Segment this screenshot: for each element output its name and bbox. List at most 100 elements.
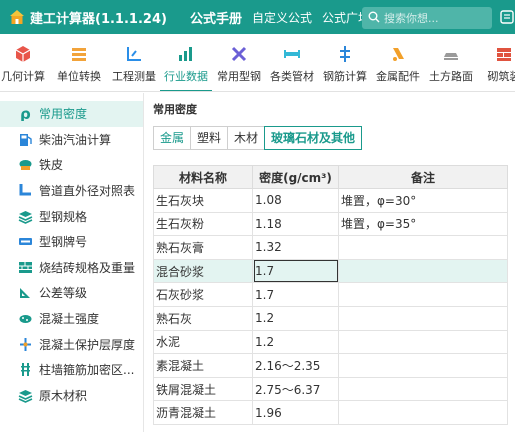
cell-density[interactable]: 1.2 bbox=[252, 329, 339, 355]
table-row[interactable]: 沥青混凝土 1.96 bbox=[153, 400, 508, 425]
table-row[interactable]: 熟石灰膏 1.32 bbox=[153, 235, 508, 260]
cell-density[interactable]: 1.7 bbox=[252, 282, 339, 307]
ruler-icon bbox=[18, 285, 33, 300]
sidebar: ρ 常用密度 柴油汽油计算 铁皮 管道直外径对照表 型钢规格 型钢牌号 烧结砖规… bbox=[0, 93, 144, 432]
bar-chart-icon bbox=[175, 43, 197, 65]
cell-material[interactable]: 铁屑混凝土 bbox=[153, 376, 253, 402]
table-header-row: 材料名称 密度(g/cm³) 备注 bbox=[153, 165, 508, 189]
material-tabs: 金属 塑料 木材 玻璃石材及其他 bbox=[153, 126, 363, 150]
steel-stack-icon bbox=[18, 209, 33, 224]
cell-density[interactable]: 2.75～6.37 bbox=[252, 376, 339, 402]
tool-section-steel[interactable]: 常用型钢 bbox=[213, 34, 265, 91]
tool-rebar[interactable]: 钢筋计算 bbox=[319, 34, 371, 91]
exchange-icon bbox=[68, 43, 90, 65]
tool-geometry[interactable]: 几何计算 bbox=[0, 34, 50, 91]
sidebar-item-steel-grade[interactable]: 型钢牌号 bbox=[0, 229, 143, 255]
cell-remark[interactable] bbox=[338, 353, 508, 378]
search-input[interactable] bbox=[384, 11, 484, 25]
sidebar-item-fuel[interactable]: 柴油汽油计算 bbox=[0, 127, 143, 153]
cell-density[interactable]: 1.2 bbox=[252, 305, 339, 331]
cell-remark[interactable] bbox=[338, 235, 508, 260]
fuel-pump-icon bbox=[18, 132, 33, 147]
tab-custom-formula[interactable]: 自定义公式 bbox=[247, 0, 317, 34]
cell-remark[interactable] bbox=[338, 400, 508, 425]
concrete-icon bbox=[18, 311, 33, 326]
app-logo-icon bbox=[8, 8, 26, 26]
cell-remark[interactable] bbox=[338, 305, 508, 331]
cell-material[interactable]: 熟石灰膏 bbox=[153, 235, 253, 260]
cell-density[interactable]: 1.7 bbox=[252, 258, 339, 284]
sidebar-item-pipe-table[interactable]: 管道直外径对照表 bbox=[0, 178, 143, 204]
cell-remark[interactable]: 堆置，φ=35° bbox=[338, 211, 508, 237]
sidebar-item-log-volume[interactable]: 原木材积 bbox=[0, 383, 143, 409]
column-header-remark[interactable]: 备注 bbox=[338, 165, 508, 189]
tool-metal-parts[interactable]: 金属配件 bbox=[372, 34, 424, 91]
table-row[interactable]: 石灰砂浆 1.7 bbox=[153, 282, 508, 307]
tool-unit-convert[interactable]: 单位转换 bbox=[52, 34, 106, 91]
rho-icon: ρ bbox=[18, 106, 33, 121]
category-toolbar: 几何计算 单位转换 工程测量 行业数据 常用型钢 各类管材 钢筋计算 金属配件 … bbox=[0, 34, 515, 92]
table-row[interactable]: 素混凝土 2.16～2.35 bbox=[153, 353, 508, 378]
tab-wood[interactable]: 木材 bbox=[228, 127, 266, 149]
table-row[interactable]: 铁屑混凝土 2.75～6.37 bbox=[153, 376, 508, 402]
cube-icon bbox=[12, 43, 34, 65]
tab-metal[interactable]: 金属 bbox=[154, 127, 192, 149]
road-icon bbox=[440, 43, 462, 65]
tool-pipes[interactable]: 各类管材 bbox=[266, 34, 318, 91]
cell-material[interactable]: 生石灰粉 bbox=[153, 211, 253, 237]
app-window: 建工计算器(1.1.1.24) 公式手册 自定义公式 公式广场 几何计算 单位转… bbox=[0, 0, 515, 432]
log-icon bbox=[18, 388, 33, 403]
column-header-material[interactable]: 材料名称 bbox=[153, 165, 253, 189]
density-table: 材料名称 密度(g/cm³) 备注 生石灰块 1.08 堆置，φ=30° 生石灰粉 1.… bbox=[153, 165, 508, 425]
iron-sheet-icon bbox=[18, 157, 33, 172]
search-box[interactable] bbox=[362, 7, 492, 29]
cell-material[interactable]: 沥青混凝土 bbox=[153, 400, 253, 425]
cell-material[interactable]: 生石灰块 bbox=[153, 188, 253, 213]
table-row[interactable]: 水泥 1.2 bbox=[153, 329, 508, 355]
sidebar-item-stirrup-zone[interactable]: 柱墙箍筋加密区... bbox=[0, 357, 143, 383]
cell-remark[interactable]: 堆置，φ=30° bbox=[338, 188, 508, 213]
sidebar-item-concrete-strength[interactable]: 混凝土强度 bbox=[0, 306, 143, 332]
svg-text:ρ: ρ bbox=[20, 106, 31, 121]
cell-material[interactable]: 水泥 bbox=[153, 329, 253, 355]
cell-remark[interactable] bbox=[338, 329, 508, 355]
cell-material[interactable]: 混合砂浆 bbox=[153, 258, 253, 284]
tool-masonry[interactable]: 砌筑装 bbox=[478, 34, 515, 91]
cell-remark[interactable] bbox=[338, 258, 508, 284]
cell-remark[interactable] bbox=[338, 282, 508, 307]
steel-grade-icon bbox=[18, 234, 33, 249]
sidebar-item-brick[interactable]: 烧结砖规格及重量 bbox=[0, 255, 143, 281]
tool-survey[interactable]: 工程测量 bbox=[108, 34, 160, 91]
cell-material[interactable]: 石灰砂浆 bbox=[153, 282, 253, 307]
table-row[interactable]: 混合砂浆 1.7 bbox=[153, 258, 508, 284]
sidebar-item-tolerance[interactable]: 公差等级 bbox=[0, 280, 143, 306]
table-row[interactable]: 熟石灰 1.2 bbox=[153, 305, 508, 331]
cell-density[interactable]: 1.32 bbox=[252, 235, 339, 260]
table-row[interactable]: 生石灰块 1.08 堆置，φ=30° bbox=[153, 188, 508, 213]
rebar-icon bbox=[334, 43, 356, 65]
cell-density[interactable]: 1.08 bbox=[252, 188, 339, 213]
cell-density[interactable]: 1.96 bbox=[252, 400, 339, 425]
tool-earthwork[interactable]: 土方路面 bbox=[425, 34, 477, 91]
sidebar-item-iron-sheet[interactable]: 铁皮 bbox=[0, 152, 143, 178]
cell-material[interactable]: 熟石灰 bbox=[153, 305, 253, 331]
cell-density[interactable]: 2.16～2.35 bbox=[252, 353, 339, 378]
window-menu-icon[interactable] bbox=[500, 9, 514, 25]
cell-remark[interactable] bbox=[338, 376, 508, 402]
cell-density[interactable]: 1.18 bbox=[252, 211, 339, 237]
column-header-density[interactable]: 密度(g/cm³) bbox=[252, 165, 339, 189]
title-bar: 建工计算器(1.1.1.24) 公式手册 自定义公式 公式广场 bbox=[0, 0, 515, 34]
steel-x-icon bbox=[228, 43, 250, 65]
tab-formula-manual[interactable]: 公式手册 bbox=[185, 0, 247, 34]
tab-glass-stone[interactable]: 玻璃石材及其他 bbox=[264, 126, 363, 150]
table-row[interactable]: 生石灰粉 1.18 堆置，φ=35° bbox=[153, 211, 508, 237]
sidebar-item-steel-spec[interactable]: 型钢规格 bbox=[0, 203, 143, 229]
sidebar-item-concrete-cover[interactable]: 混凝土保护层厚度 bbox=[0, 331, 143, 357]
cell-material[interactable]: 素混凝土 bbox=[153, 353, 253, 378]
tab-plastic[interactable]: 塑料 bbox=[191, 127, 229, 149]
app-title: 建工计算器(1.1.1.24) bbox=[30, 11, 167, 27]
rebar-cover-icon bbox=[18, 337, 33, 352]
sidebar-item-density[interactable]: ρ 常用密度 bbox=[0, 101, 143, 127]
tool-industry-data[interactable]: 行业数据 bbox=[160, 34, 212, 91]
brick-wall-icon bbox=[493, 43, 515, 65]
